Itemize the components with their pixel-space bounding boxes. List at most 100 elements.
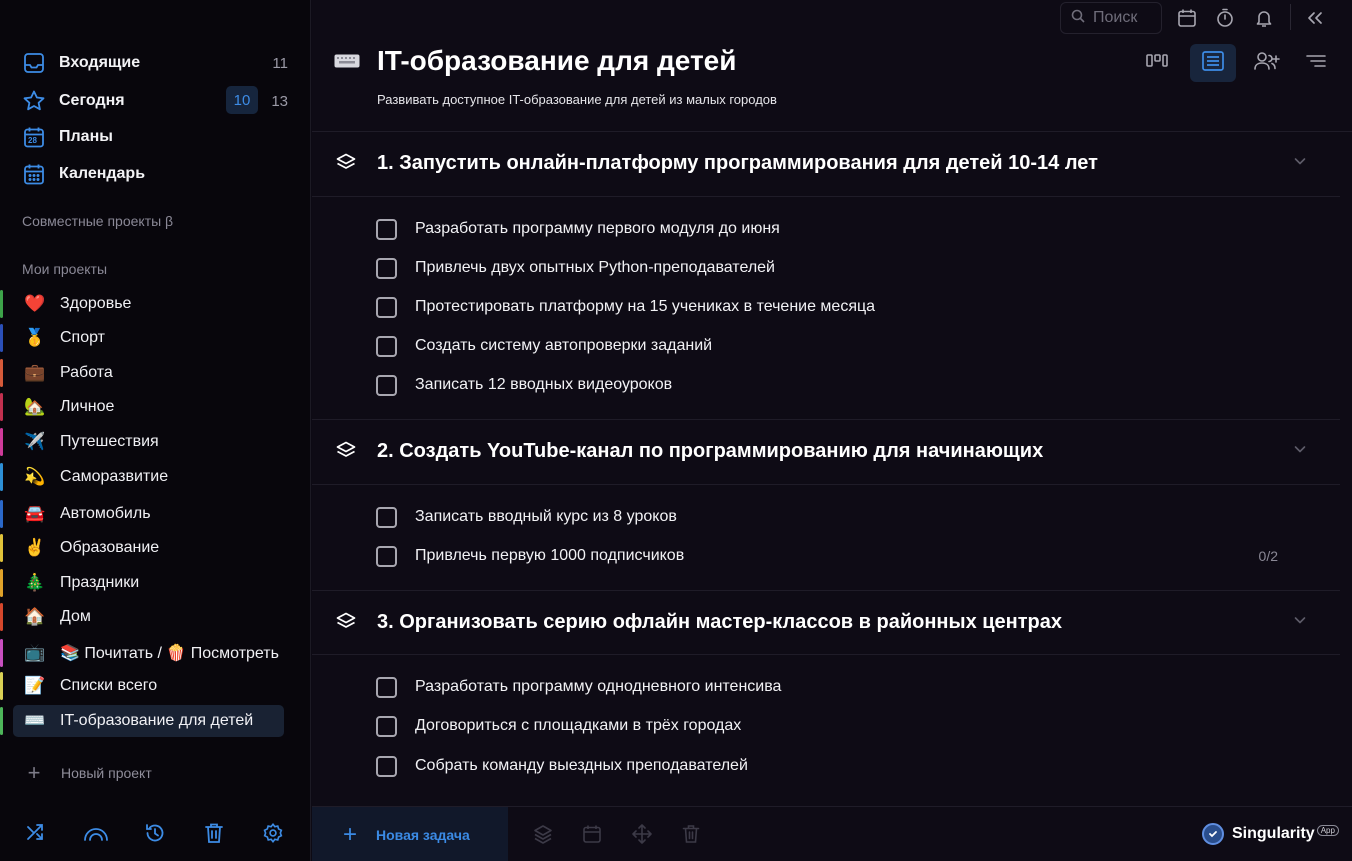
page-title[interactable]: IT-образование для детей: [377, 45, 736, 77]
goal-group-header[interactable]: 2. Создать YouTube-канал по программиров…: [312, 419, 1340, 483]
task-row[interactable]: Записать 12 вводных видеоуроков: [376, 370, 1286, 400]
task-row[interactable]: Разработать программу однодневного интен…: [376, 672, 1286, 702]
task-row[interactable]: Разработать программу первого модуля до …: [376, 214, 1286, 244]
sidebar-project-item[interactable]: 🏡 Личное: [0, 391, 284, 423]
shuffle-icon[interactable]: [21, 818, 51, 848]
search-icon: [1071, 9, 1085, 28]
task-checkbox[interactable]: [376, 218, 397, 240]
sidebar-project-item[interactable]: 🎄 Праздники: [0, 567, 284, 599]
task-row[interactable]: Договориться с площадками в трёх городах: [376, 711, 1286, 741]
add-member-button[interactable]: [1244, 44, 1290, 82]
calendar-disabled-icon[interactable]: [580, 822, 604, 846]
chevron-down-icon[interactable]: [1292, 153, 1312, 173]
task-checkbox[interactable]: [376, 506, 397, 528]
project-emoji-icon: 💫: [24, 466, 46, 487]
layers-icon[interactable]: [531, 822, 555, 846]
page-subtitle[interactable]: Развивать доступное IT-образование для д…: [377, 92, 777, 107]
sidebar-project-item[interactable]: 💫 Саморазвитие: [0, 461, 284, 493]
plus-icon: +: [342, 820, 357, 848]
gear-icon[interactable]: [258, 818, 288, 848]
project-color-bar: [0, 707, 3, 735]
inbox-icon: [22, 51, 46, 75]
task-checkbox[interactable]: [376, 374, 397, 396]
move-icon[interactable]: [630, 822, 654, 846]
chevron-down-icon[interactable]: [1292, 612, 1312, 632]
topbar-divider: [1290, 4, 1291, 30]
task-checkbox[interactable]: [376, 755, 397, 777]
group-divider: [312, 484, 1340, 485]
nav-plans[interactable]: 28 Планы: [22, 122, 292, 152]
project-emoji-icon: ✌️: [24, 537, 46, 558]
sidebar-project-item[interactable]: ⌨️ IT-образование для детей: [0, 705, 284, 737]
task-row[interactable]: Собрать команду выездных преподавателей: [376, 751, 1286, 781]
nav-calendar[interactable]: Календарь: [22, 159, 292, 189]
task-label: Собрать команду выездных преподавателей: [415, 757, 748, 774]
new-project-button[interactable]: + Новый проект: [22, 760, 152, 786]
new-task-label: Новая задача: [376, 826, 470, 843]
task-label: Записать 12 вводных видеоуроков: [415, 376, 673, 393]
project-color-bar: [0, 672, 3, 700]
task-label: Создать систему автопроверки заданий: [415, 337, 713, 354]
brand-badge: App: [1316, 824, 1339, 836]
history-icon[interactable]: [140, 818, 170, 848]
board-view-button[interactable]: [1134, 44, 1180, 82]
sidebar-project-item[interactable]: 🥇 Спорт: [0, 322, 284, 354]
chevron-down-icon[interactable]: [1292, 441, 1312, 461]
sidebar-project-item[interactable]: ✈️ Путешествия: [0, 426, 284, 458]
collapse-chevrons-icon[interactable]: [1302, 5, 1328, 31]
timer-icon[interactable]: [1212, 5, 1238, 31]
project-emoji-icon: ✈️: [24, 431, 46, 452]
goal-group-header[interactable]: 1. Запустить онлайн-платформу программир…: [312, 131, 1340, 195]
project-color-bar: [0, 500, 3, 528]
sort-lines-icon: [1304, 52, 1328, 75]
calendar-date-icon: 28: [22, 125, 46, 149]
sidebar-project-item[interactable]: ✌️ Образование: [0, 532, 284, 564]
shared-projects-title[interactable]: Совместные проекты β: [22, 213, 173, 229]
list-view-button[interactable]: [1190, 44, 1236, 82]
task-checkbox[interactable]: [376, 296, 397, 318]
sidebar-project-item[interactable]: 📝 Списки всего: [0, 670, 284, 702]
brand-logo: Singularity App: [1202, 823, 1339, 845]
sort-button[interactable]: [1293, 44, 1339, 82]
calendar-top-icon[interactable]: [1174, 5, 1200, 31]
layers-icon: [335, 152, 357, 174]
project-color-bar: [0, 290, 3, 318]
sidebar-project-item[interactable]: ❤️ Здоровье: [0, 288, 284, 320]
my-projects-title: Мои проекты: [22, 261, 108, 277]
new-task-button[interactable]: + Новая задача: [312, 807, 508, 861]
bell-icon[interactable]: [1251, 5, 1277, 31]
project-label: Образование: [60, 539, 160, 556]
sidebar-project-item[interactable]: 🏠 Дом: [0, 601, 284, 633]
nav-today[interactable]: Сегодня 10 13: [22, 86, 292, 116]
task-label: Разработать программу однодневного интен…: [415, 678, 782, 695]
task-checkbox[interactable]: [376, 335, 397, 357]
nav-inbox[interactable]: Входящие 11: [22, 48, 292, 78]
rainbow-icon[interactable]: [81, 818, 111, 848]
task-checkbox[interactable]: [376, 257, 397, 279]
task-row[interactable]: Привлечь двух опытных Python-преподавате…: [376, 253, 1286, 283]
search-box[interactable]: Поиск: [1060, 2, 1162, 34]
task-checkbox[interactable]: [376, 676, 397, 698]
task-checkbox[interactable]: [376, 545, 397, 567]
task-row[interactable]: Привлечь первую 1000 подписчиков 0/2: [376, 541, 1286, 571]
goal-group-header[interactable]: 3. Организовать серию офлайн мастер-клас…: [312, 590, 1340, 654]
task-row[interactable]: Создать систему автопроверки заданий: [376, 331, 1286, 361]
sidebar-project-item[interactable]: 💼 Работа: [0, 357, 284, 389]
keyboard-icon: [334, 54, 360, 72]
sidebar-project-item[interactable]: 📺 📚 Почитать / 🍿 Посмотреть: [0, 637, 284, 669]
task-row[interactable]: Протестировать платформу на 15 учениках …: [376, 292, 1286, 322]
nav-inbox-count: 11: [272, 54, 288, 72]
task-row[interactable]: Записать вводный курс из 8 уроков: [376, 502, 1286, 532]
task-checkbox[interactable]: [376, 715, 397, 737]
trash-disabled-icon[interactable]: [679, 822, 703, 846]
trash-icon[interactable]: [199, 818, 229, 848]
sidebar-project-item[interactable]: 🚘 Автомобиль: [0, 498, 284, 530]
goal-title: 3. Организовать серию офлайн мастер-клас…: [377, 610, 1063, 633]
sidebar: Входящие 11 Сегодня 10 13 28 Планы Кален…: [0, 0, 311, 861]
project-emoji-icon: ⌨️: [24, 710, 46, 731]
subtask-count: 0/2: [1258, 548, 1278, 564]
project-color-bar: [0, 463, 3, 491]
task-label: Записать вводный курс из 8 уроков: [415, 508, 677, 525]
nav-today-label: Сегодня: [59, 92, 125, 109]
calendar-icon: [22, 162, 46, 186]
